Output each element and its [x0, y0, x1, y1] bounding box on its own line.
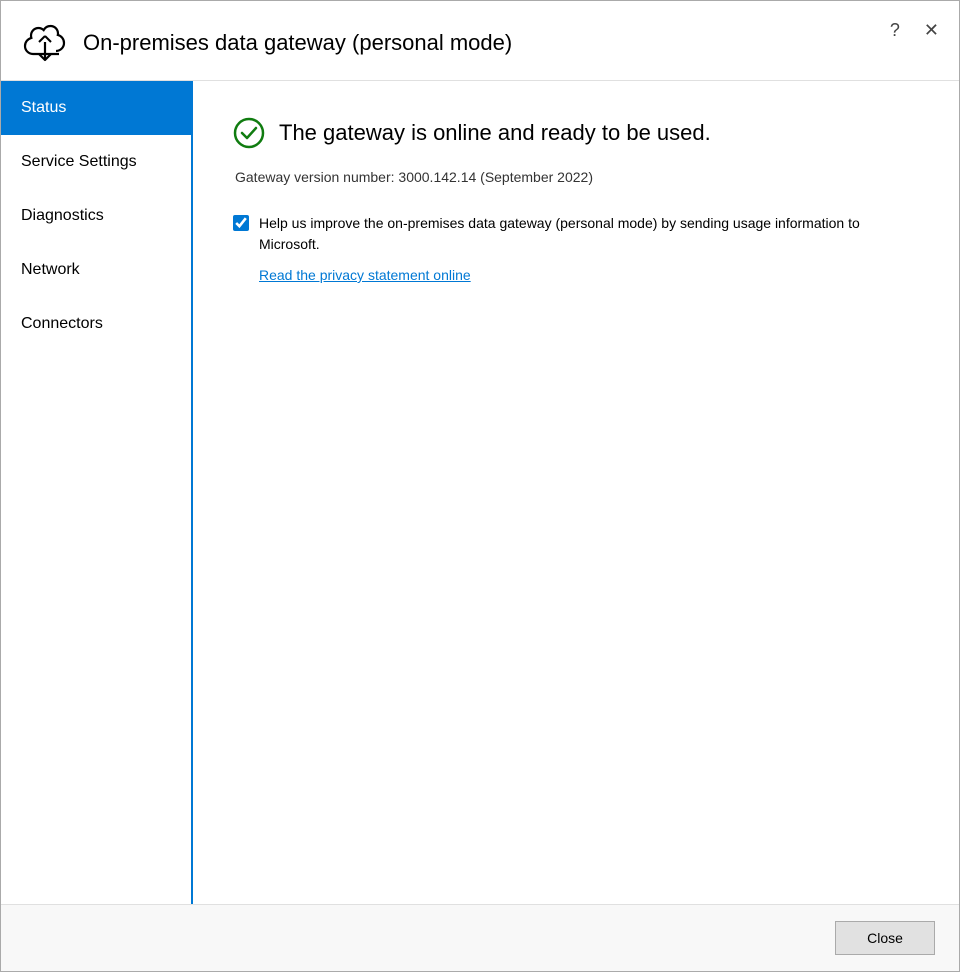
cloud-icon — [21, 22, 69, 64]
sidebar-item-diagnostics[interactable]: Diagnostics — [1, 189, 191, 243]
help-button[interactable]: ? — [886, 19, 904, 41]
privacy-link[interactable]: Read the privacy statement online — [259, 267, 919, 283]
main-content: Status Service Settings Diagnostics Netw… — [1, 81, 959, 904]
sidebar-item-status[interactable]: Status — [1, 81, 191, 135]
version-text: Gateway version number: 3000.142.14 (Sep… — [235, 169, 919, 185]
status-online-icon — [233, 117, 265, 149]
content-area: The gateway is online and ready to be us… — [193, 81, 959, 904]
app-title: On-premises data gateway (personal mode) — [83, 30, 512, 56]
footer: Close — [1, 904, 959, 971]
status-header: The gateway is online and ready to be us… — [233, 117, 919, 149]
improve-section: Help us improve the on-premises data gat… — [233, 213, 919, 255]
title-bar-left: On-premises data gateway (personal mode) — [21, 22, 886, 64]
close-button[interactable]: Close — [835, 921, 935, 955]
title-bar-controls: ? ✕ — [886, 17, 943, 41]
improve-text: Help us improve the on-premises data gat… — [259, 213, 919, 255]
sidebar-item-connectors[interactable]: Connectors — [1, 297, 191, 351]
title-bar: On-premises data gateway (personal mode)… — [1, 1, 959, 81]
status-title: The gateway is online and ready to be us… — [279, 120, 711, 146]
window-close-button[interactable]: ✕ — [920, 19, 943, 41]
improve-checkbox[interactable] — [233, 215, 249, 231]
sidebar: Status Service Settings Diagnostics Netw… — [1, 81, 193, 904]
sidebar-item-network[interactable]: Network — [1, 243, 191, 297]
sidebar-item-service-settings[interactable]: Service Settings — [1, 135, 191, 189]
main-window: On-premises data gateway (personal mode)… — [0, 0, 960, 972]
